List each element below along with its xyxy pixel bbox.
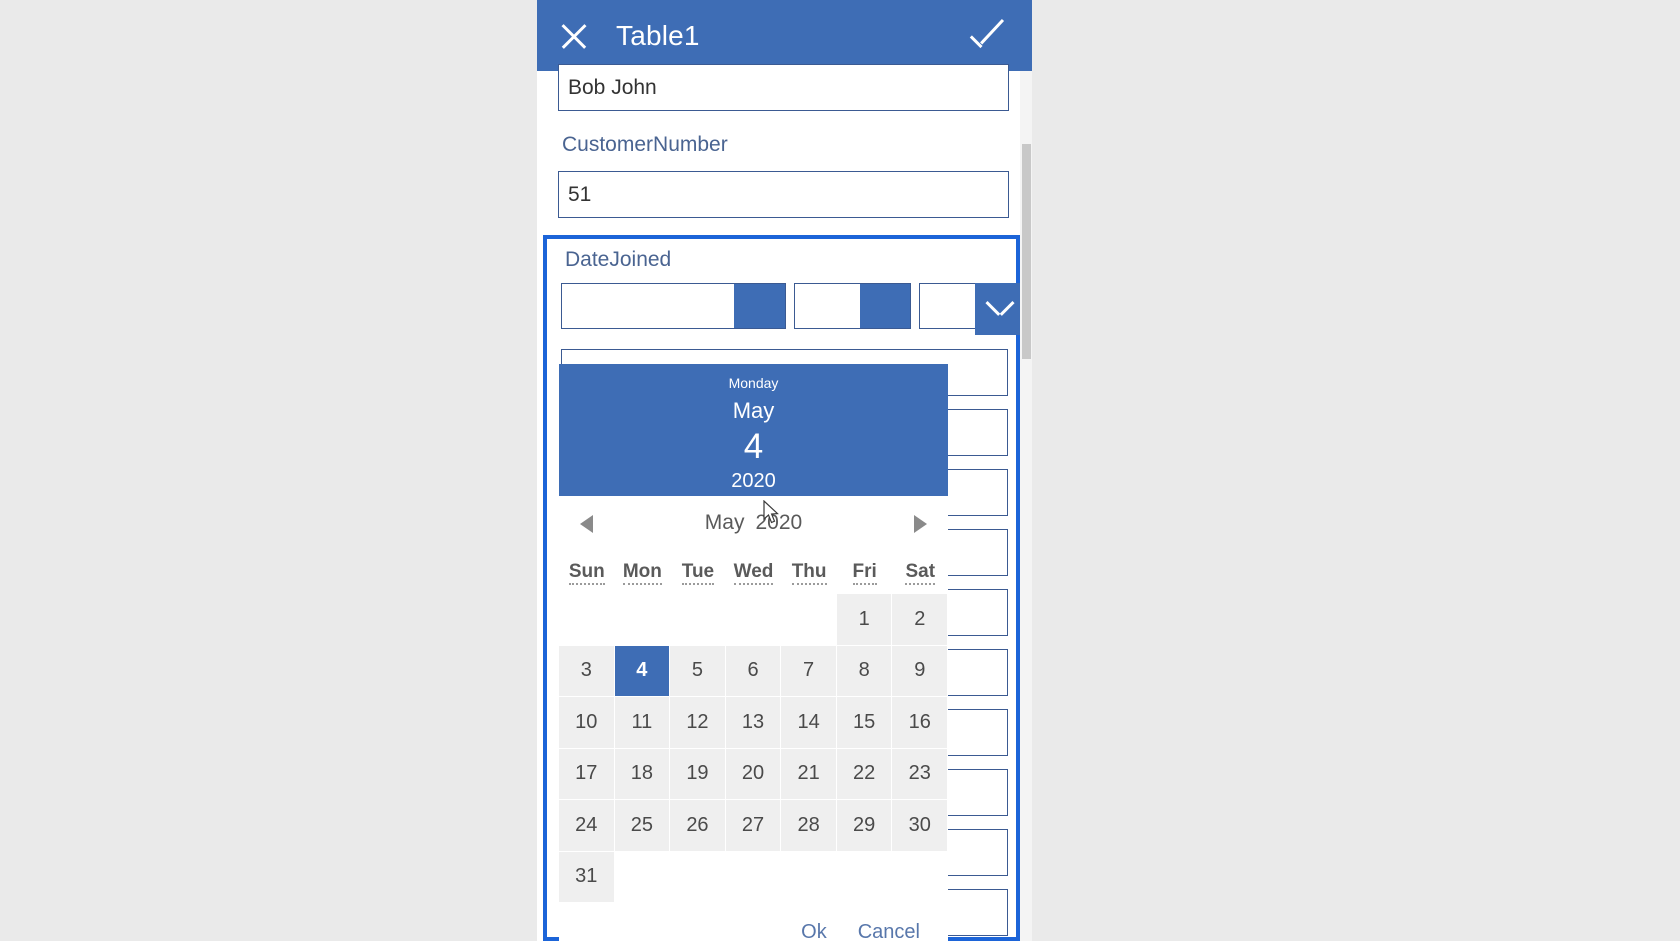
calendar-day-cell[interactable]: 31 — [559, 851, 615, 903]
calendar-day-cell[interactable]: 19 — [670, 748, 726, 800]
calendar-week-row: 31 — [559, 851, 949, 903]
calendar-header-day: 4 — [743, 427, 764, 466]
calendar-day-cell[interactable]: 12 — [670, 697, 726, 749]
calendar-nav-year: 2020 — [755, 511, 803, 534]
triangle-right-icon[interactable] — [914, 515, 927, 533]
calendar-day-empty — [725, 851, 782, 903]
weekday-header-label: Wed — [733, 561, 774, 585]
weekday-header-label: Tue — [681, 561, 715, 585]
calendar-header-weekday: Monday — [728, 375, 779, 391]
app-title: Table1 — [616, 19, 700, 51]
weekday-header-thu: Thu — [781, 561, 837, 585]
weekday-header-label: Mon — [622, 561, 662, 585]
calendar-header: Monday May 4 2020 — [559, 364, 948, 496]
calendar-day-cell[interactable]: 24 — [559, 800, 615, 852]
calendar-day-cell[interactable]: 30 — [892, 800, 949, 852]
calendar-day-empty — [836, 851, 893, 903]
calendar-grid: 1 2 3 4 5 6 7 8 9 10 11 12 13 14 15 16 17 18 19 20 21 22 23 24 2… — [559, 594, 949, 903]
weekday-header-label: Sat — [905, 561, 936, 585]
calendar-day-cell[interactable]: 4 — [614, 645, 671, 697]
calendar-day-empty — [614, 594, 671, 646]
close-icon[interactable] — [551, 13, 597, 59]
calendar-day-cell[interactable]: 9 — [892, 645, 949, 697]
calendar-weekday-row: Sun Mon Tue Wed Thu Fri Sat — [559, 550, 948, 594]
calendar-nav: May 2020 — [559, 496, 948, 550]
customer-number-label: CustomerNumber — [562, 133, 728, 156]
triangle-left-icon[interactable] — [580, 515, 593, 533]
calendar-day-cell[interactable]: 6 — [725, 645, 782, 697]
calendar-day-cell[interactable]: 7 — [781, 645, 837, 697]
calendar-day-cell[interactable]: 27 — [725, 800, 782, 852]
date-month-segment[interactable] — [561, 283, 786, 329]
weekday-header-wed: Wed — [726, 561, 782, 585]
calendar-week-row: 24 25 26 27 28 29 30 — [559, 800, 949, 852]
scrollbar-track[interactable] — [1020, 71, 1032, 941]
ok-button[interactable]: Ok — [801, 921, 827, 941]
calendar-day-cell[interactable]: 21 — [781, 748, 837, 800]
calendar-header-year: 2020 — [731, 470, 776, 492]
weekday-header-label: Fri — [852, 561, 877, 585]
calendar-day-empty — [725, 594, 782, 646]
calendar-day-cell[interactable]: 2 — [892, 594, 949, 646]
cancel-button[interactable]: Cancel — [858, 921, 920, 941]
calendar-day-empty — [614, 851, 671, 903]
date-segment-row — [561, 283, 1027, 335]
weekday-header-mon: Mon — [615, 561, 671, 585]
calendar-day-cell[interactable]: 10 — [559, 697, 615, 749]
calendar-day-cell[interactable]: 8 — [836, 645, 893, 697]
weekday-header-fri: Fri — [837, 561, 893, 585]
title-bar: Table1 — [537, 0, 1032, 71]
calendar-day-cell[interactable]: 1 — [836, 594, 893, 646]
calendar-day-cell[interactable]: 11 — [614, 697, 671, 749]
calendar-day-cell[interactable]: 20 — [725, 748, 782, 800]
calendar-nav-label: May 2020 — [705, 511, 802, 535]
calendar-week-row: 10 11 12 13 14 15 16 — [559, 697, 949, 749]
calendar-header-month: May — [732, 398, 775, 423]
calendar-actions: Ok Cancel — [559, 903, 948, 941]
calendar-day-cell[interactable]: 23 — [892, 748, 949, 800]
calendar-day-empty — [559, 594, 615, 646]
calendar-day-cell[interactable]: 3 — [559, 645, 615, 697]
app-window: Table1 Bob John CustomerNumber 51 DateJo… — [537, 0, 1032, 941]
date-picker-popup[interactable]: Monday May 4 2020 May 2020 Sun Mon Tue Wed Th… — [559, 364, 949, 941]
calendar-day-cell[interactable]: 17 — [559, 748, 615, 800]
customer-name-input[interactable]: Bob John — [558, 64, 1009, 111]
weekday-header-sun: Sun — [559, 561, 615, 585]
weekday-header-label: Thu — [791, 561, 827, 585]
calendar-day-cell[interactable]: 22 — [836, 748, 893, 800]
date-joined-label: DateJoined — [565, 248, 672, 271]
form-body: Bob John CustomerNumber 51 DateJoined Mo… — [537, 64, 1032, 941]
weekday-header-sat: Sat — [892, 561, 948, 585]
calendar-day-empty — [670, 594, 726, 646]
calendar-day-cell[interactable]: 16 — [892, 697, 949, 749]
calendar-day-cell[interactable]: 25 — [614, 800, 671, 852]
calendar-day-cell[interactable]: 15 — [836, 697, 893, 749]
calendar-day-empty — [670, 851, 726, 903]
weekday-header-label: Sun — [568, 561, 605, 585]
calendar-day-cell[interactable]: 28 — [781, 800, 837, 852]
date-day-segment[interactable] — [794, 283, 911, 329]
customer-number-input[interactable]: 51 — [558, 171, 1009, 218]
calendar-week-row: 17 18 19 20 21 22 23 — [559, 748, 949, 800]
calendar-day-cell[interactable]: 13 — [725, 697, 782, 749]
month-segment-accent — [734, 284, 785, 328]
calendar-day-empty — [892, 851, 949, 903]
calendar-day-cell[interactable]: 29 — [836, 800, 893, 852]
calendar-nav-month: May — [704, 511, 745, 534]
calendar-week-row: 3456789 — [559, 645, 949, 697]
calendar-day-cell[interactable]: 18 — [614, 748, 671, 800]
calendar-day-empty — [781, 851, 837, 903]
day-segment-accent — [860, 284, 910, 328]
weekday-header-tue: Tue — [670, 561, 726, 585]
calendar-day-cell[interactable]: 26 — [670, 800, 726, 852]
checkmark-icon[interactable] — [966, 14, 1010, 58]
calendar-day-cell[interactable]: 5 — [670, 645, 726, 697]
calendar-day-empty — [781, 594, 837, 646]
calendar-week-row: 12 — [559, 594, 949, 646]
calendar-day-cell[interactable]: 14 — [781, 697, 837, 749]
scrollbar-thumb[interactable] — [1022, 144, 1031, 359]
